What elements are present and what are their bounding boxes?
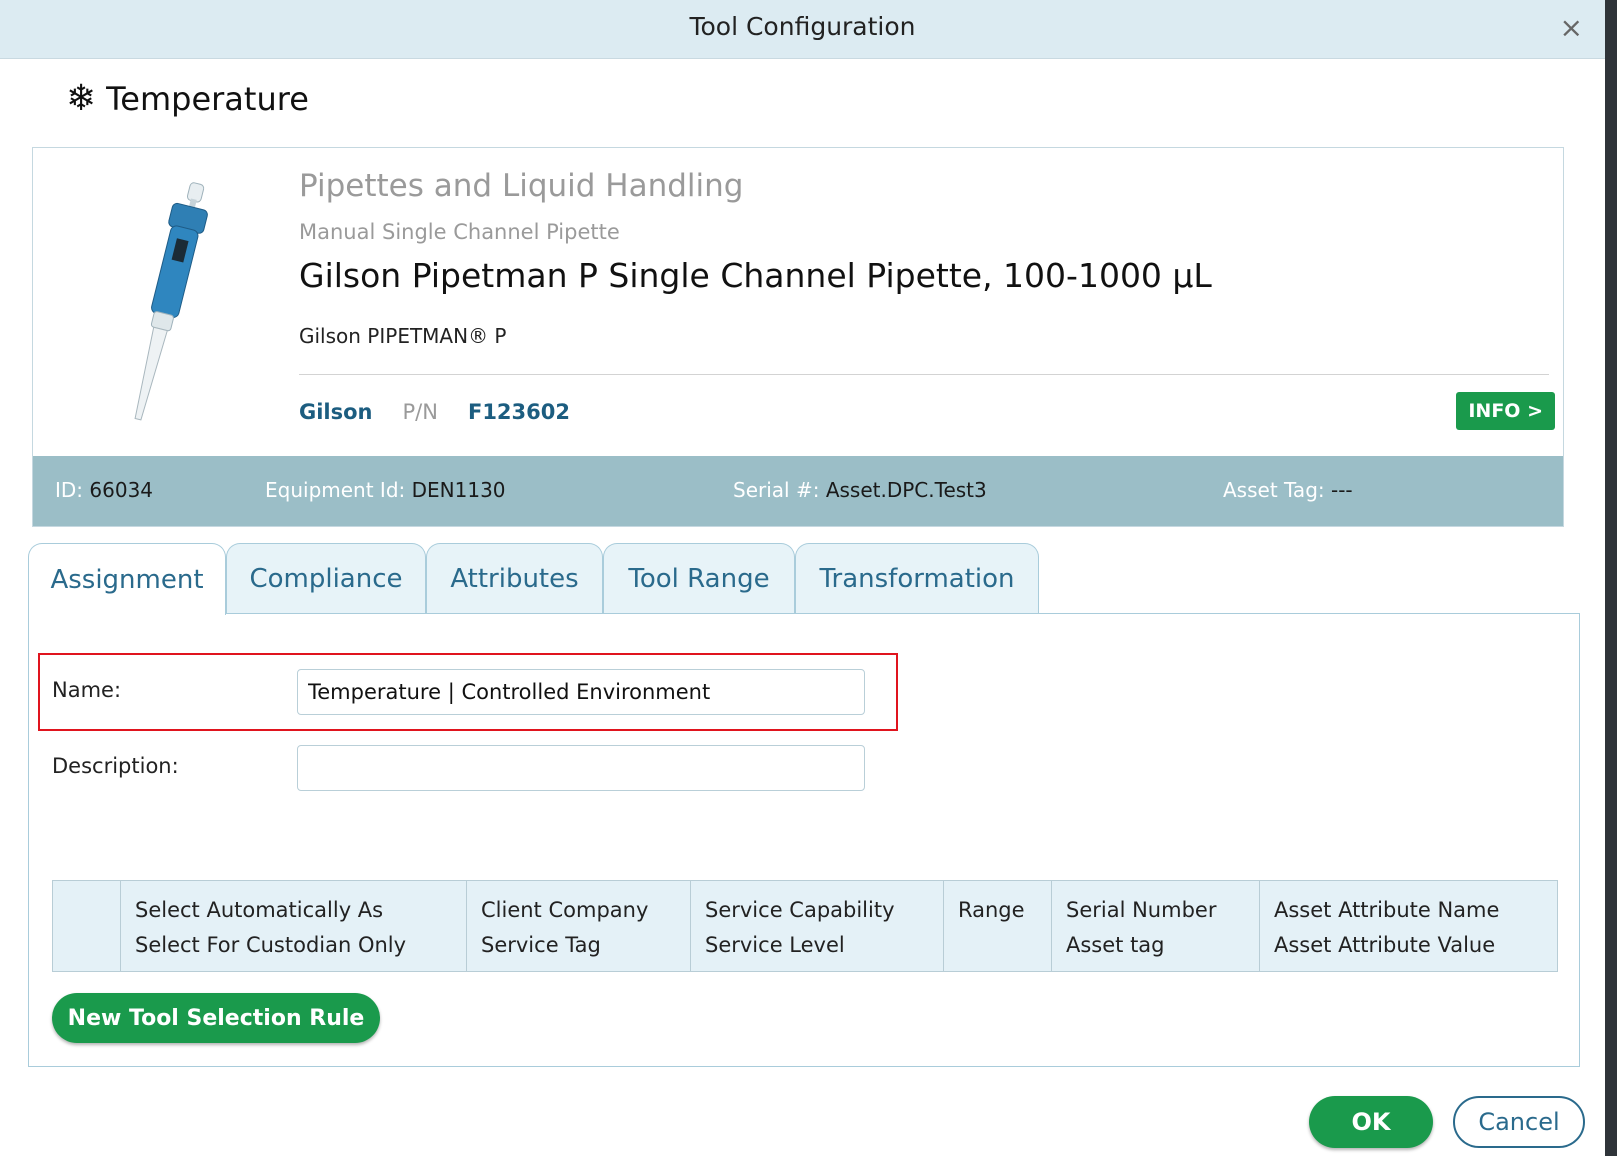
rules-col-client: Client Company Service Tag [467, 881, 691, 971]
product-card: Pipettes and Liquid Handling Manual Sing… [32, 147, 1564, 527]
product-divider [299, 374, 1549, 375]
id-field: ID: 66034 [55, 478, 153, 502]
rules-col-attribute: Asset Attribute Name Asset Attribute Val… [1260, 881, 1557, 971]
cancel-button[interactable]: Cancel [1453, 1096, 1585, 1148]
rules-col-client-line2: Service Tag [481, 933, 601, 957]
serial-field: Serial #: Asset.DPC.Test3 [733, 478, 987, 502]
tool-configuration-dialog: Tool Configuration × ❄ Temperature Pipet… [0, 0, 1605, 1156]
info-button[interactable]: INFO > [1456, 392, 1555, 430]
rules-col-service: Service Capability Service Level [691, 881, 944, 971]
tab-tool-range[interactable]: Tool Range [603, 543, 795, 613]
product-subcategory: Manual Single Channel Pipette [299, 220, 620, 244]
equipment-id-label: Equipment Id: [265, 478, 406, 502]
id-value: 66034 [89, 478, 154, 502]
rules-col-range-line1: Range [958, 898, 1025, 922]
serial-value: Asset.DPC.Test3 [825, 478, 987, 502]
part-number-label: P/N [402, 400, 438, 424]
tab-compliance[interactable]: Compliance [226, 543, 426, 613]
rules-col-client-line1: Client Company [481, 898, 649, 922]
snowflake-icon: ❄ [66, 78, 97, 119]
description-label: Description: [52, 754, 179, 778]
dialog-title: Tool Configuration [689, 12, 916, 41]
rules-col-serial-line1: Serial Number [1066, 898, 1217, 922]
asset-tag-value: --- [1330, 478, 1353, 502]
product-name: Gilson Pipetman P Single Channel Pipette… [299, 256, 1212, 295]
rules-col-attribute-line2: Asset Attribute Value [1274, 933, 1496, 957]
product-category: Pipettes and Liquid Handling [299, 168, 744, 204]
description-input[interactable] [297, 745, 865, 791]
asset-tag-label: Asset Tag: [1223, 478, 1325, 502]
asset-tag-field: Asset Tag: --- [1223, 478, 1353, 502]
rules-col-0 [53, 881, 121, 971]
tool-selection-rules-table: Select Automatically As Select For Custo… [52, 880, 1558, 972]
rules-col-serial: Serial Number Asset tag [1052, 881, 1260, 971]
serial-label: Serial #: [733, 478, 820, 502]
dialog-titlebar: Tool Configuration × [0, 0, 1605, 59]
background-window-edge [1605, 0, 1617, 1156]
pipette-image [134, 182, 208, 421]
rules-col-serial-line2: Asset tag [1066, 933, 1165, 957]
tool-heading: ❄ Temperature [66, 78, 309, 119]
name-label: Name: [52, 678, 122, 702]
id-label: ID: [55, 478, 84, 502]
tab-transformation[interactable]: Transformation [795, 543, 1039, 613]
product-brand-row: Gilson P/N F123602 [299, 400, 570, 424]
manufacturer-link[interactable]: Gilson [299, 400, 373, 424]
tab-attributes[interactable]: Attributes [426, 543, 603, 613]
tool-heading-text: Temperature [106, 79, 309, 118]
rules-col-select: Select Automatically As Select For Custo… [121, 881, 467, 971]
equipment-id-value: DEN1130 [411, 478, 506, 502]
name-input[interactable] [297, 669, 865, 715]
equipment-id-field: Equipment Id: DEN1130 [265, 478, 506, 502]
id-bar: ID: 66034 Equipment Id: DEN1130 Serial #… [33, 456, 1563, 526]
rules-col-range: Range [944, 881, 1052, 971]
new-tool-selection-rule-button[interactable]: New Tool Selection Rule [52, 993, 380, 1043]
rules-col-select-line1: Select Automatically As [135, 898, 384, 922]
part-number-link[interactable]: F123602 [468, 400, 570, 424]
rules-col-select-line2: Select For Custodian Only [135, 933, 407, 957]
tab-assignment[interactable]: Assignment [28, 543, 226, 615]
rules-col-attribute-line1: Asset Attribute Name [1274, 898, 1500, 922]
rules-col-service-line2: Service Level [705, 933, 845, 957]
close-icon[interactable]: × [1560, 14, 1583, 42]
product-model: Gilson PIPETMAN® P [299, 324, 507, 348]
ok-button[interactable]: OK [1309, 1096, 1433, 1148]
rules-col-service-line1: Service Capability [705, 898, 895, 922]
